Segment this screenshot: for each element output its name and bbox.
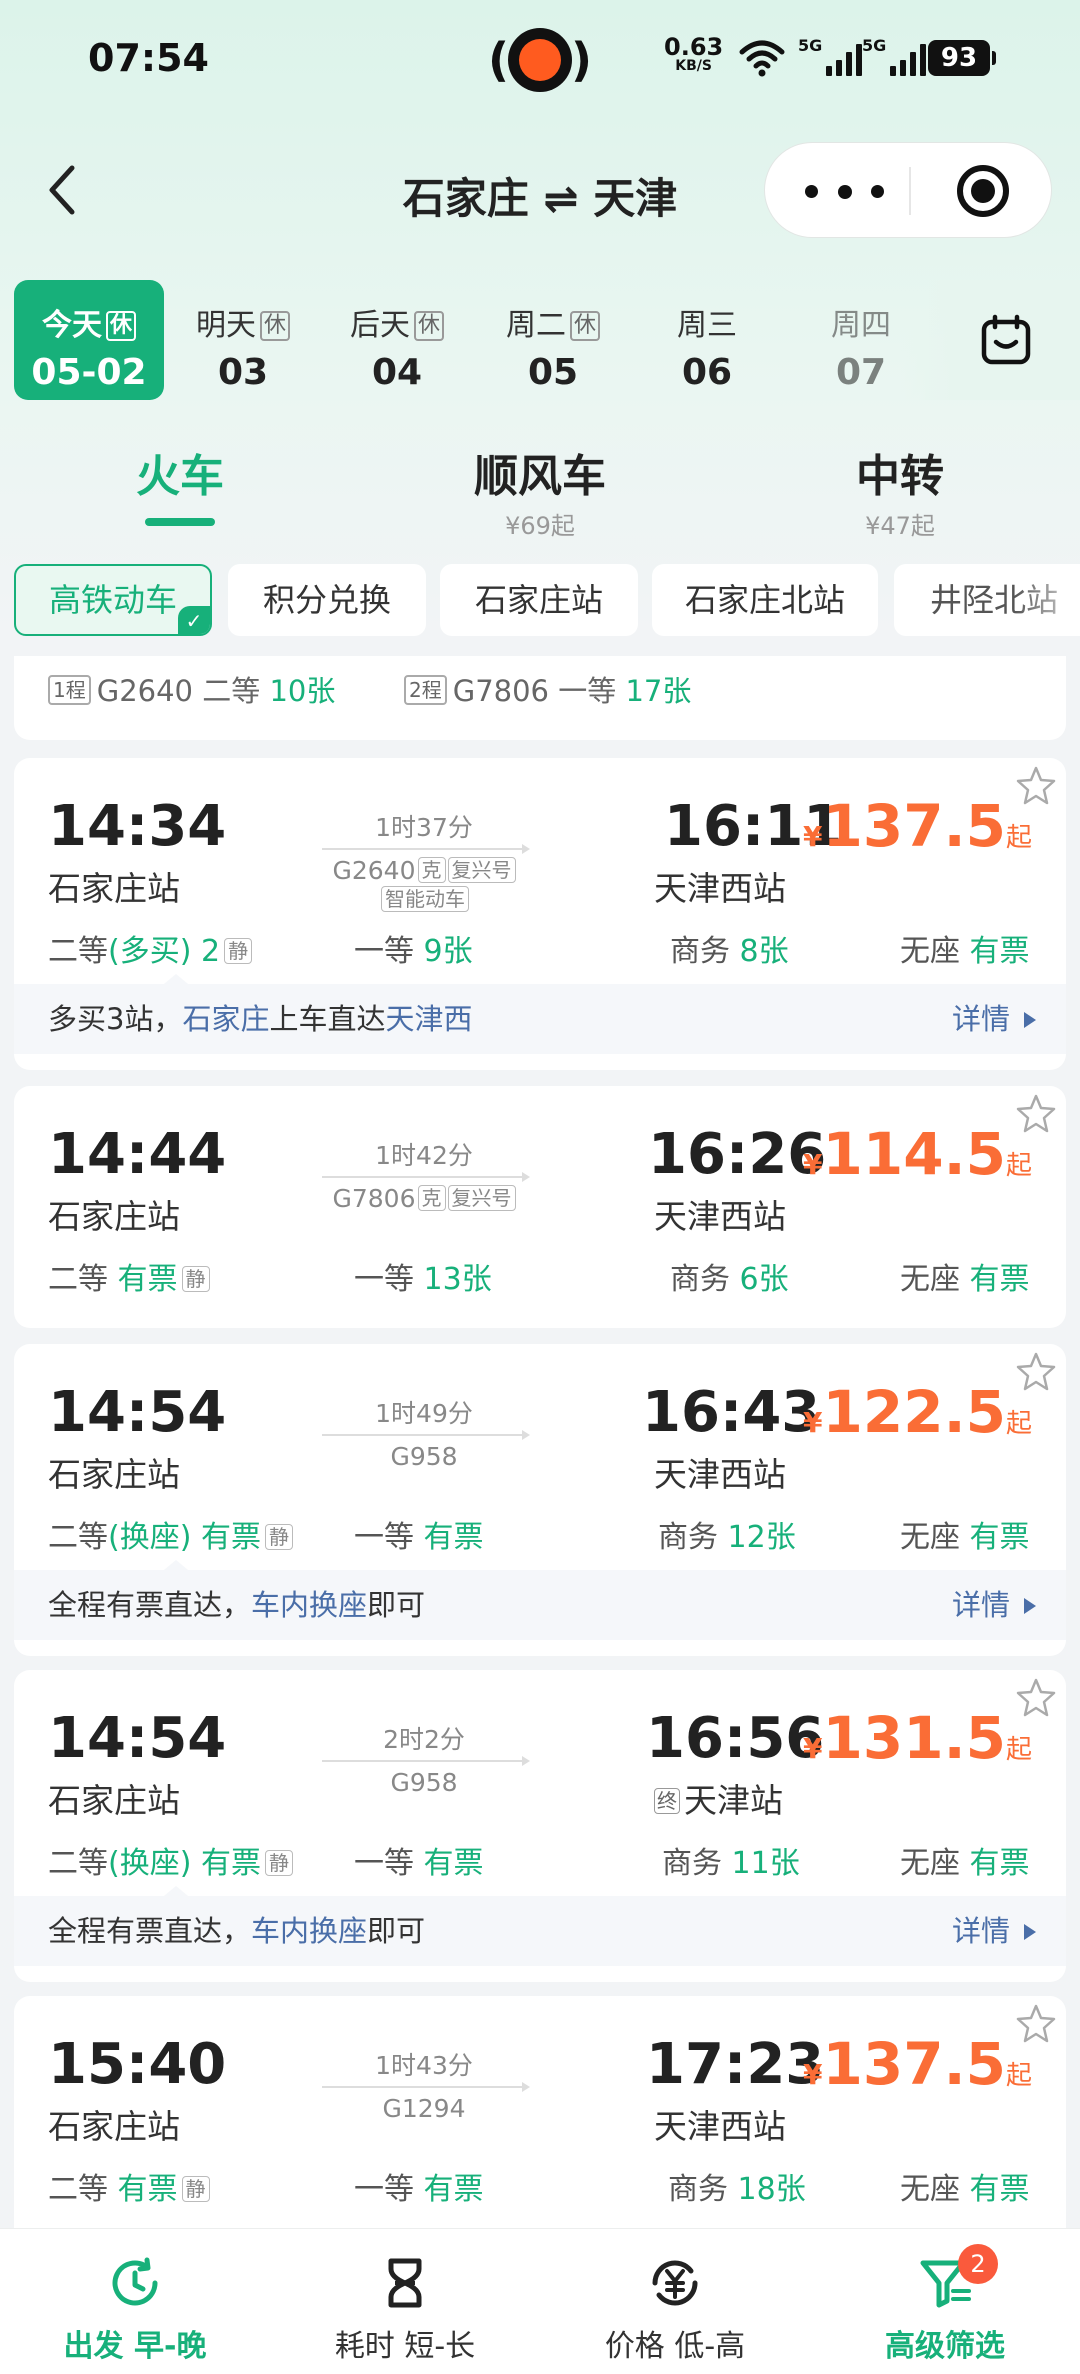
filter-chips: 高铁动车 积分兑换 石家庄站 石家庄北站 井陉北站: [14, 564, 1080, 636]
battery-icon: 93: [928, 40, 996, 76]
advanced-filter-button[interactable]: 高级筛选: [810, 2229, 1080, 2374]
train-note[interactable]: 全程有票直达，车内换座即可 详情: [14, 1886, 1066, 1966]
train-card[interactable]: 14:54 石家庄站 1时49分 G958 16:43 天津西站 ¥122.5起…: [14, 1344, 1066, 1656]
date-tab[interactable]: 明天休 03: [168, 280, 318, 400]
wifi-icon: [739, 40, 785, 77]
star-icon[interactable]: [1014, 2002, 1058, 2046]
network-speed: 0.63 KB/S: [664, 33, 724, 74]
chip-high-speed[interactable]: 高铁动车: [14, 564, 212, 636]
chip-station[interactable]: 石家庄站: [440, 564, 638, 636]
tab-train[interactable]: 火车: [110, 440, 250, 526]
hourglass-icon: [388, 2258, 422, 2308]
calendar-icon[interactable]: [980, 314, 1032, 366]
chip-station[interactable]: 井陉北站: [894, 564, 1080, 636]
detail-link[interactable]: 详情: [952, 1570, 1036, 1640]
sort-price-button[interactable]: 价格 低-高: [540, 2229, 810, 2374]
star-icon[interactable]: [1014, 1676, 1058, 1720]
miniapp-capsule: [764, 142, 1052, 238]
tab-transfer[interactable]: 中转 ¥47起: [820, 440, 980, 541]
star-icon[interactable]: [1014, 764, 1058, 808]
status-bar: 07:54 () 0.63 KB/S 5G 5G 93: [0, 0, 1080, 120]
chevron-left-icon[interactable]: [40, 160, 90, 220]
train-note[interactable]: 多买3站，石家庄上车直达天津西 详情: [14, 974, 1066, 1054]
terminal-tag: 终: [654, 1788, 680, 1814]
price: ¥122.5起: [803, 1378, 1032, 1446]
price: ¥114.5起: [803, 1120, 1032, 1188]
detail-link[interactable]: 详情: [952, 1896, 1036, 1966]
date-tab[interactable]: 周三 06: [632, 280, 782, 400]
bottom-sort-bar: 出发 早-晚 耗时 短-长 价格 低-高 高级筛选: [0, 2228, 1080, 2374]
train-card[interactable]: 15:40 石家庄站 1时43分 G1294 17:23 天津西站 ¥137.5…: [14, 1996, 1066, 2256]
target-icon[interactable]: [957, 165, 1009, 217]
cell-signal-icon: 5G: [862, 36, 932, 80]
price: ¥131.5起: [803, 1704, 1032, 1772]
train-card[interactable]: 14:34 石家庄站 1时37分 G2640 克复兴号 智能动车 16:11 天津…: [14, 758, 1066, 1070]
filter-count-badge: 2: [958, 2244, 998, 2284]
chip-points[interactable]: 积分兑换: [228, 564, 426, 636]
page-title[interactable]: 石家庄 ⇌ 天津: [360, 165, 720, 226]
sort-departure-button[interactable]: 出发 早-晚: [0, 2229, 270, 2374]
more-dots-icon[interactable]: [805, 177, 885, 205]
price: ¥137.5起: [803, 2030, 1032, 2098]
date-tab[interactable]: 周二休 05: [478, 280, 628, 400]
cell-signal-icon: 5G: [798, 36, 868, 80]
tab-carpool[interactable]: 顺风车 ¥69起: [440, 440, 640, 541]
date-selector: 今天休 05-02 明天休 03 后天休 04 周二休 05 周三 06 周四 …: [14, 280, 934, 400]
transfer-summary[interactable]: 1程 G2640 二等 10张 2程 G7806 一等 17张: [14, 656, 1066, 740]
date-tab[interactable]: 后天休 04: [322, 280, 472, 400]
chip-station[interactable]: 石家庄北站: [652, 564, 878, 636]
status-time: 07:54: [88, 36, 209, 80]
train-card[interactable]: 14:44 石家庄站 1时42分 G7806 克复兴号 16:26 天津西站 ¥1…: [14, 1086, 1066, 1328]
tab-underline: [145, 518, 215, 526]
detail-link[interactable]: 详情: [952, 984, 1036, 1054]
train-card[interactable]: 14:54 石家庄站 2时2分 G958 16:56 终天津站 ¥131.5起 …: [14, 1670, 1066, 1982]
train-note[interactable]: 全程有票直达，车内换座即可 详情: [14, 1560, 1066, 1640]
sort-duration-button[interactable]: 耗时 短-长: [270, 2229, 540, 2374]
clock-icon: [112, 2257, 158, 2306]
date-tab-today[interactable]: 今天休 05-02: [14, 280, 164, 400]
star-icon[interactable]: [1014, 1092, 1058, 1136]
brave-lion-icon: (): [488, 28, 592, 92]
star-icon[interactable]: [1014, 1350, 1058, 1394]
price: ¥137.5起: [803, 792, 1032, 860]
yuan-refresh-icon: [652, 2260, 698, 2306]
